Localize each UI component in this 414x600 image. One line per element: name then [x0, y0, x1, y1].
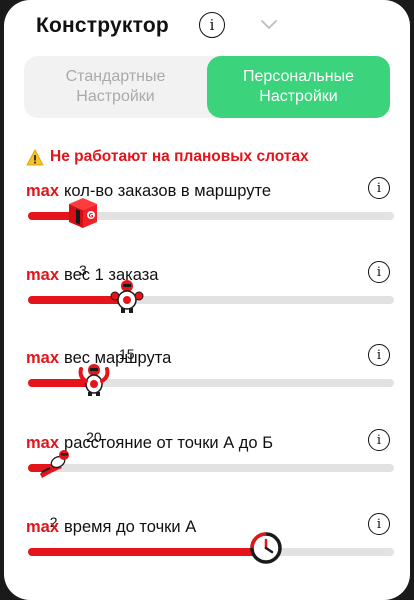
page-title: Конструктор — [36, 14, 169, 37]
slider-route-weight: max вес маршрута i 20 — [26, 344, 396, 445]
slider-label-text: время до точки А — [64, 518, 197, 536]
info-icon[interactable]: i — [368, 344, 390, 366]
mascot-flying-icon[interactable] — [32, 446, 76, 482]
slider-track[interactable]: 20 — [28, 364, 394, 445]
info-icon[interactable]: i — [368, 177, 390, 199]
settings-toggle: Стандартные Настройки Персональные Настр… — [24, 56, 390, 118]
slider-distance: max расстояние от точки А до Б i 2 — [26, 429, 396, 530]
max-prefix: max — [26, 349, 60, 367]
slider-fill — [28, 548, 266, 556]
slider-label-text: расстояние от точки А до Б — [64, 434, 274, 452]
max-prefix: max — [26, 182, 60, 200]
mascot-strong-icon[interactable] — [109, 278, 145, 314]
slider-orders-count: max кол-во заказов в маршруте i G 3 — [26, 177, 396, 278]
info-icon[interactable]: i — [368, 429, 390, 451]
slider-track[interactable]: 2 — [28, 450, 394, 530]
info-icon[interactable]: i — [368, 261, 390, 283]
tab-standard-label: Стандартные Настройки — [65, 68, 166, 105]
slider-track[interactable]: 15 — [28, 280, 394, 362]
warning-triangle-icon — [26, 149, 44, 165]
warning-banner: Не работают на плановых слотах — [26, 148, 309, 166]
slider-order-weight: max вес 1 заказа i 15 — [26, 261, 396, 362]
warning-text: Не работают на плановых слотах — [50, 148, 309, 165]
mascot-flex-icon[interactable] — [76, 361, 112, 397]
max-prefix: max — [26, 518, 60, 536]
header-info-icon[interactable]: i — [199, 12, 225, 38]
clock-icon[interactable] — [248, 530, 284, 566]
max-prefix: max — [26, 266, 60, 284]
slider-label: max кол-во заказов в маршруте — [26, 182, 271, 201]
slider-label: max время до точки А — [26, 518, 196, 537]
tab-personal-settings[interactable]: Персональные Настройки — [207, 56, 390, 118]
constructor-card: Конструктор i Стандартные Настройки Перс… — [4, 0, 410, 600]
tab-personal-label: Персональные Настройки — [242, 68, 354, 105]
info-icon[interactable]: i — [368, 513, 390, 535]
slider-track[interactable]: 15 — [28, 532, 394, 600]
slider-time-to-point: maxвремя до точки А i 15 — [26, 513, 396, 600]
svg-text:G: G — [88, 213, 93, 220]
box-icon[interactable]: G — [65, 194, 101, 230]
tab-standard-settings[interactable]: Стандартные Настройки — [24, 56, 207, 118]
slider-track[interactable]: G 3 — [28, 198, 394, 278]
chevron-down-icon[interactable] — [260, 18, 278, 32]
header: Конструктор i — [36, 12, 277, 40]
